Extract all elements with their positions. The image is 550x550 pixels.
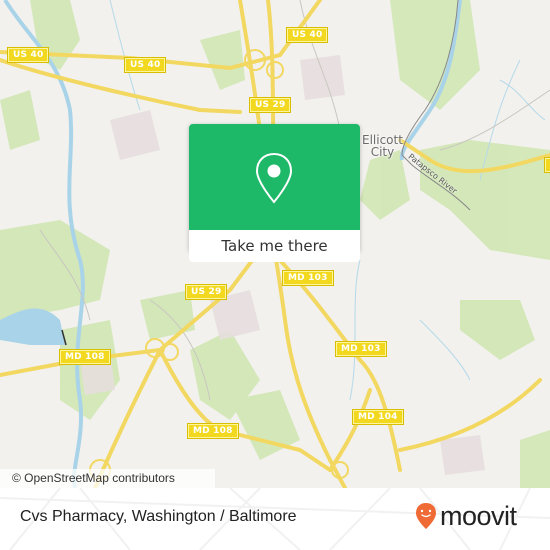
road-shield-md-108: MD 108: [187, 423, 239, 439]
road-shield-md-103: MD 103: [282, 270, 334, 286]
map-pin-icon: [255, 152, 293, 204]
road-shield-md-108: MD 108: [59, 349, 111, 365]
place-label-line: City: [370, 145, 395, 159]
footer: Cvs Pharmacy, Washington / Baltimore moo…: [0, 488, 550, 550]
road-shield-us-40: US 40: [123, 57, 167, 73]
moovit-logo[interactable]: moovit: [415, 501, 517, 531]
road-shield-us-29: US 29: [184, 284, 228, 300]
moovit-pin-icon: [416, 503, 436, 529]
road-shield-us-40: US 40: [6, 47, 50, 63]
popup-header: [189, 124, 360, 230]
place-label-ellicott-city: Ellicott City: [362, 134, 403, 158]
road-shield-md-103: MD 103: [335, 341, 387, 357]
moovit-wordmark: moovit: [440, 501, 517, 531]
map-attribution[interactable]: © OpenStreetMap contributors: [0, 469, 215, 488]
location-popup: Take me there: [189, 124, 360, 262]
road-shield-us-40: US 40: [285, 27, 329, 43]
road-shield-us-29: US 29: [248, 97, 292, 113]
popup-pointer: [267, 251, 285, 260]
road-shield-md-104: MD 104: [352, 409, 404, 425]
location-title: Cvs Pharmacy, Washington / Baltimore: [20, 508, 297, 525]
road-shield-partial: [544, 157, 550, 173]
map[interactable]: US 40 US 40 US 40 US 29 US 29 MD 103 MD …: [0, 0, 550, 488]
